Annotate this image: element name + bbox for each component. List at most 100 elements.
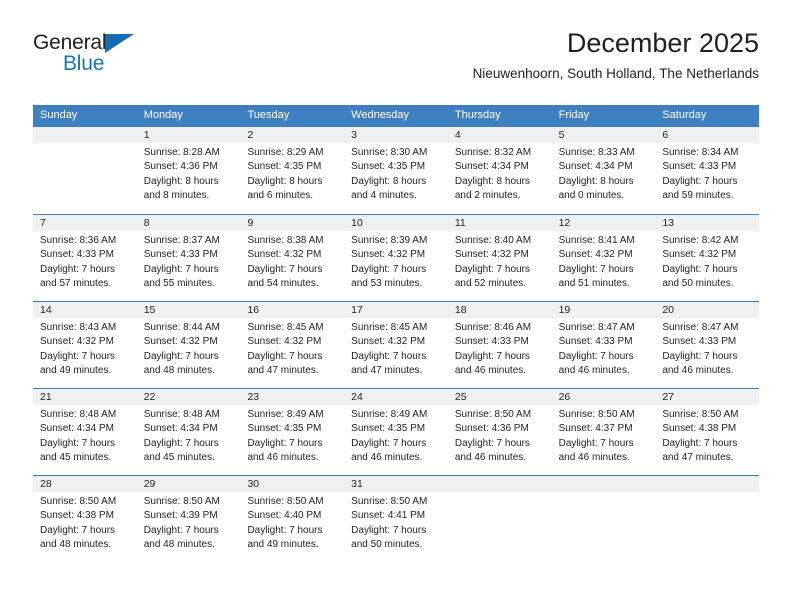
day-detail-line: Daylight: 8 hours (351, 175, 427, 187)
calendar-week-row: 14 Sunrise: 8:43 AM Sunset: 4:32 PM Dayligh… (33, 301, 760, 388)
weekday-header-thursday: Thursday (454, 109, 501, 121)
calendar-day-cell[interactable]: 23 Sunrise: 8:49 AM Sunset: 4:35 PM Dayligh… (240, 389, 345, 475)
day-detail-line: Sunset: 4:38 PM (40, 510, 114, 522)
day-details: Sunrise: 8:33 AM Sunset: 4:34 PM Daylight:… (552, 143, 656, 203)
day-details: Sunrise: 8:41 AM Sunset: 4:32 PM Daylight:… (552, 231, 656, 291)
day-number: 17 (344, 302, 448, 319)
calendar-day-cell-empty (447, 476, 552, 562)
day-detail-line: Sunset: 4:39 PM (143, 510, 218, 522)
calendar-day-cell[interactable]: 28 Sunrise: 8:50 AM Sunset: 4:38 PM Dayligh… (33, 476, 137, 562)
calendar-week-row: 21 Sunrise: 8:48 AM Sunset: 4:34 PM Dayligh… (33, 388, 760, 475)
day-detail-line: and 53 minutes. (351, 277, 423, 289)
calendar-day-cell[interactable]: 31 Sunrise: 8:50 AM Sunset: 4:41 PM Dayligh… (344, 476, 448, 562)
day-detail-line: Sunrise: 8:47 AM (662, 322, 739, 334)
day-details: Sunrise: 8:40 AM Sunset: 4:32 PM Daylight:… (448, 231, 552, 291)
day-detail-line: Sunset: 4:34 PM (40, 423, 114, 435)
calendar-day-cell[interactable]: 13 Sunrise: 8:42 AM Sunset: 4:32 PM Dayligh… (655, 215, 760, 301)
day-detail-line: Sunset: 4:32 PM (454, 249, 529, 261)
day-number: 6 (655, 127, 760, 144)
calendar-day-cell[interactable]: 9 Sunrise: 8:38 AM Sunset: 4:32 PM Daylight… (240, 215, 345, 301)
day-details: Sunrise: 8:42 AM Sunset: 4:32 PM Daylight:… (655, 231, 759, 291)
day-detail-line: Daylight: 7 hours (143, 524, 219, 536)
day-detail-line: Daylight: 7 hours (40, 263, 116, 275)
calendar-day-cell[interactable]: 11 Sunrise: 8:40 AM Sunset: 4:32 PM Dayligh… (447, 215, 552, 301)
calendar-day-cell[interactable]: 12 Sunrise: 8:41 AM Sunset: 4:32 PM Dayligh… (551, 215, 656, 301)
day-detail-line: Sunrise: 8:37 AM (143, 235, 220, 247)
day-detail-line: and 47 minutes. (662, 451, 734, 463)
calendar-day-cell[interactable]: 14 Sunrise: 8:43 AM Sunset: 4:32 PM Dayligh… (33, 302, 137, 388)
day-details (552, 492, 656, 495)
day-detail-line: Daylight: 7 hours (351, 263, 427, 275)
calendar-day-cell[interactable]: 1 Sunrise: 8:28 AM Sunset: 4:36 PM Daylight… (136, 127, 241, 214)
calendar-day-cell[interactable]: 26 Sunrise: 8:50 AM Sunset: 4:37 PM Dayligh… (551, 389, 656, 475)
calendar-day-cell[interactable]: 8 Sunrise: 8:37 AM Sunset: 4:33 PM Daylight… (136, 215, 241, 301)
calendar-day-cell[interactable]: 16 Sunrise: 8:45 AM Sunset: 4:32 PM Dayligh… (240, 302, 345, 388)
day-detail-line: Sunrise: 8:50 AM (454, 409, 532, 421)
calendar-day-cell[interactable]: 17 Sunrise: 8:45 AM Sunset: 4:32 PM Dayligh… (344, 302, 448, 388)
day-detail-line: Sunrise: 8:50 AM (351, 496, 428, 508)
weekday-header-sunday: Sunday (40, 109, 78, 121)
calendar-day-cell[interactable]: 5 Sunrise: 8:33 AM Sunset: 4:34 PM Daylight… (551, 127, 656, 214)
day-detail-line: Sunset: 4:37 PM (558, 423, 633, 435)
day-number: 9 (240, 215, 345, 232)
day-details: Sunrise: 8:48 AM Sunset: 4:34 PM Daylight:… (33, 405, 137, 465)
calendar-day-cell[interactable]: 15 Sunrise: 8:44 AM Sunset: 4:32 PM Dayligh… (136, 302, 241, 388)
day-number: 19 (551, 302, 656, 319)
calendar-day-cell[interactable]: 6 Sunrise: 8:34 AM Sunset: 4:33 PM Daylight… (655, 127, 760, 214)
day-detail-line: Daylight: 7 hours (247, 350, 323, 362)
calendar-day-cell-empty (655, 476, 760, 562)
calendar-day-cell[interactable]: 4 Sunrise: 8:32 AM Sunset: 4:34 PM Daylight… (447, 127, 552, 214)
day-number: 21 (33, 389, 137, 406)
day-number: 7 (33, 215, 137, 232)
day-detail-line: Sunset: 4:33 PM (40, 249, 114, 261)
day-details: Sunrise: 8:50 AM Sunset: 4:40 PM Daylight:… (240, 492, 344, 552)
day-detail-line: and 8 minutes. (143, 189, 210, 201)
day-details: Sunrise: 8:29 AM Sunset: 4:35 PM Daylight:… (240, 143, 344, 203)
day-detail-line: Daylight: 7 hours (351, 350, 427, 362)
day-number: 15 (136, 302, 241, 319)
calendar-day-cell[interactable]: 21 Sunrise: 8:48 AM Sunset: 4:34 PM Dayligh… (33, 389, 137, 475)
calendar-day-cell[interactable]: 2 Sunrise: 8:29 AM Sunset: 4:35 PM Daylight… (240, 127, 345, 214)
day-details: Sunrise: 8:28 AM Sunset: 4:36 PM Daylight:… (137, 143, 241, 203)
calendar-body: 1 Sunrise: 8:28 AM Sunset: 4:36 PM Daylight… (33, 127, 760, 562)
calendar-day-cell-empty (33, 127, 137, 214)
day-detail-line: Daylight: 7 hours (40, 524, 116, 536)
day-number: 1 (136, 127, 241, 144)
day-detail-line: and 46 minutes. (558, 451, 630, 463)
day-details: Sunrise: 8:44 AM Sunset: 4:32 PM Daylight:… (137, 318, 241, 378)
calendar-day-cell[interactable]: 3 Sunrise: 8:30 AM Sunset: 4:35 PM Daylight… (344, 127, 448, 214)
calendar-day-cell[interactable]: 29 Sunrise: 8:50 AM Sunset: 4:39 PM Dayligh… (136, 476, 241, 562)
calendar-day-cell[interactable]: 22 Sunrise: 8:48 AM Sunset: 4:34 PM Dayligh… (136, 389, 241, 475)
day-detail-line: Daylight: 7 hours (558, 350, 634, 362)
calendar-day-cell[interactable]: 19 Sunrise: 8:47 AM Sunset: 4:33 PM Dayligh… (551, 302, 656, 388)
day-detail-line: Sunrise: 8:50 AM (247, 496, 324, 508)
calendar-day-cell[interactable]: 10 Sunrise: 8:39 AM Sunset: 4:32 PM Dayligh… (344, 215, 448, 301)
day-detail-line: and 47 minutes. (247, 364, 319, 376)
day-detail-line: Sunset: 4:38 PM (662, 423, 737, 435)
day-detail-line: and 46 minutes. (558, 364, 630, 376)
logo-triangle-icon (105, 34, 134, 53)
day-number: 10 (344, 215, 448, 232)
day-detail-line: Daylight: 7 hours (40, 350, 116, 362)
day-detail-line: Daylight: 7 hours (247, 524, 323, 536)
day-number: 14 (33, 302, 137, 319)
calendar-day-cell[interactable]: 20 Sunrise: 8:47 AM Sunset: 4:33 PM Dayligh… (655, 302, 760, 388)
day-detail-line: Sunrise: 8:40 AM (454, 235, 532, 247)
day-detail-line: and 48 minutes. (143, 538, 215, 550)
day-details (448, 492, 552, 495)
calendar-day-cell[interactable]: 30 Sunrise: 8:50 AM Sunset: 4:40 PM Dayligh… (240, 476, 345, 562)
day-detail-line: Sunset: 4:33 PM (454, 336, 529, 348)
calendar-day-cell[interactable]: 7 Sunrise: 8:36 AM Sunset: 4:33 PM Daylight… (33, 215, 137, 301)
day-detail-line: Sunset: 4:33 PM (662, 161, 737, 173)
calendar-day-cell[interactable]: 24 Sunrise: 8:49 AM Sunset: 4:35 PM Dayligh… (344, 389, 448, 475)
day-number: 25 (447, 389, 552, 406)
calendar-day-cell[interactable]: 18 Sunrise: 8:46 AM Sunset: 4:33 PM Dayligh… (447, 302, 552, 388)
calendar-day-cell[interactable]: 27 Sunrise: 8:50 AM Sunset: 4:38 PM Dayligh… (655, 389, 760, 475)
day-number: 3 (344, 127, 448, 144)
day-number: 13 (655, 215, 760, 232)
calendar-day-cell[interactable]: 25 Sunrise: 8:50 AM Sunset: 4:36 PM Dayligh… (447, 389, 552, 475)
day-detail-line: Sunset: 4:40 PM (247, 510, 322, 522)
day-number: 27 (655, 389, 760, 406)
day-detail-line: Sunrise: 8:45 AM (351, 322, 428, 334)
day-detail-line: Sunrise: 8:50 AM (558, 409, 635, 421)
